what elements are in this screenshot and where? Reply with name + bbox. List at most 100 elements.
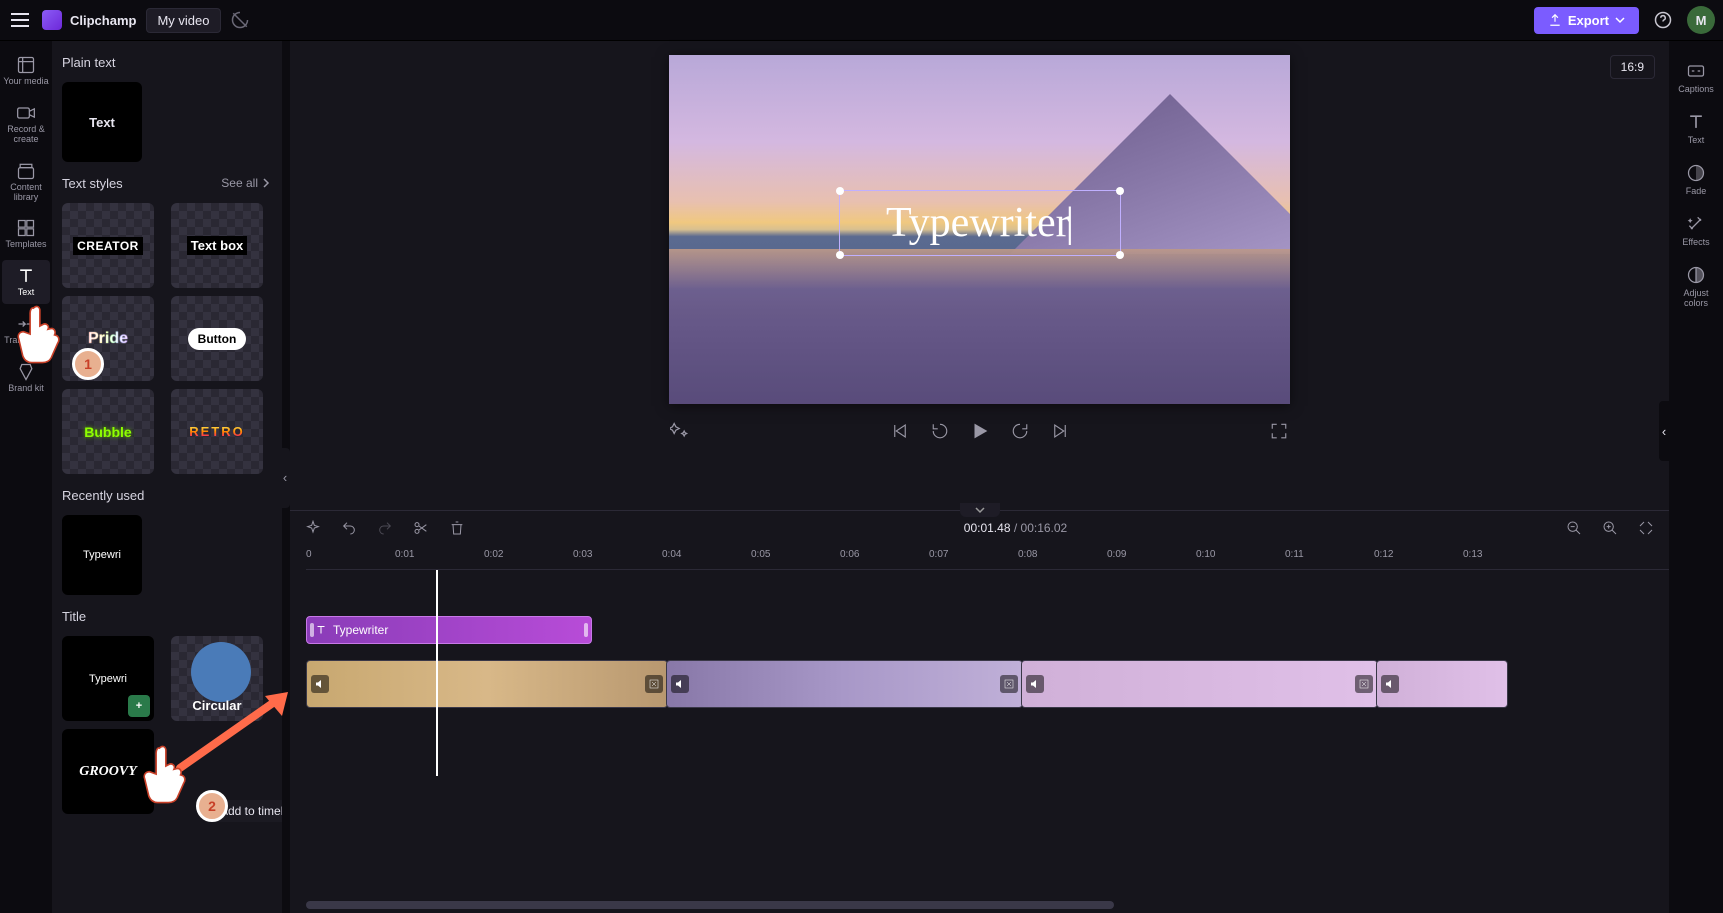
recently-used-heading: Recently used (62, 488, 272, 503)
prop-adjust-colors[interactable]: Adjust colors (1672, 259, 1720, 314)
export-button[interactable]: Export (1534, 7, 1639, 34)
prop-text[interactable]: Text (1672, 106, 1720, 151)
ruler-tick: 0:10 (1196, 549, 1215, 560)
prop-effects[interactable]: Effects (1672, 208, 1720, 253)
timeline-collapse-toggle[interactable] (960, 503, 1000, 517)
style-tile-retro[interactable]: RETRO (171, 389, 263, 474)
add-to-timeline-button[interactable]: + (128, 695, 150, 717)
prop-fade[interactable]: Fade (1672, 157, 1720, 202)
forward-button[interactable] (1009, 420, 1031, 442)
tile-label: Pride (88, 330, 128, 348)
tile-label: Bubble (84, 424, 131, 440)
right-panel-expand-toggle[interactable]: ‹ (1659, 401, 1669, 461)
title-tile-groovy[interactable]: GROOVY (62, 729, 154, 814)
magic-button[interactable] (302, 517, 324, 539)
resize-handle-br[interactable] (1116, 251, 1124, 259)
tile-label: Text box (187, 236, 248, 255)
timeline-scrollbar[interactable] (306, 900, 1653, 910)
project-name-input[interactable]: My video (146, 8, 220, 33)
canvas-text[interactable]: Typewriter (886, 199, 1074, 247)
prop-label: Adjust colors (1672, 288, 1720, 308)
text-element-selection[interactable]: Typewriter (839, 190, 1121, 256)
video-clip-2[interactable] (666, 660, 1023, 708)
recent-tile-typewriter[interactable]: Typewri (62, 515, 142, 595)
nav-your-media[interactable]: Your media (2, 49, 50, 93)
clip-menu-icon[interactable] (1000, 675, 1018, 693)
redo-button[interactable] (374, 517, 396, 539)
ruler-tick: 0:11 (1285, 549, 1304, 560)
text-tile-plain[interactable]: Text (62, 82, 142, 162)
rewind-button[interactable] (929, 420, 951, 442)
ruler-tick: 0:09 (1107, 549, 1126, 560)
fit-zoom-button[interactable] (1635, 517, 1657, 539)
title-tile-typewriter[interactable]: Typewri + (62, 636, 154, 721)
help-button[interactable] (1649, 6, 1677, 34)
style-tile-textbox[interactable]: Text box (171, 203, 263, 288)
adjust-icon (1686, 265, 1706, 285)
nav-label: Text (18, 288, 35, 298)
timeline-ruler[interactable]: 00:010:020:030:040:050:060:070:080:090:1… (306, 545, 1669, 570)
nav-brand-kit[interactable]: Brand kit (2, 356, 50, 400)
ruler-tick: 0:08 (1018, 549, 1037, 560)
scrollbar-thumb[interactable] (306, 901, 1114, 909)
current-time: 00:01.48 (964, 521, 1011, 535)
clip-menu-icon[interactable] (1355, 675, 1373, 693)
video-clip-1[interactable] (306, 660, 668, 708)
nav-record-create[interactable]: Record & create (2, 97, 50, 151)
zoom-out-button[interactable] (1563, 517, 1585, 539)
text-clip[interactable]: Typewriter (306, 616, 592, 644)
timeline-tracks[interactable]: Typewriter (306, 570, 1669, 896)
brand-icon (16, 362, 36, 382)
zoom-in-button[interactable] (1599, 517, 1621, 539)
app-logo[interactable]: Clipchamp (42, 10, 136, 30)
nav-text[interactable]: Text (2, 260, 50, 304)
video-track[interactable] (306, 660, 1669, 708)
style-tile-pride[interactable]: Pride (62, 296, 154, 381)
title-heading: Title (62, 609, 272, 624)
audio-icon[interactable] (671, 675, 689, 693)
nav-content-library[interactable]: Content library (2, 155, 50, 209)
tile-label: RETRO (189, 424, 245, 439)
audio-icon[interactable] (1381, 675, 1399, 693)
split-button[interactable] (410, 517, 432, 539)
play-button[interactable] (969, 420, 991, 442)
undo-button[interactable] (338, 517, 360, 539)
fullscreen-button[interactable] (1268, 420, 1290, 442)
video-clip-4[interactable] (1376, 660, 1508, 708)
camera-icon (16, 103, 36, 123)
clip-trim-right[interactable] (584, 623, 588, 637)
resize-handle-tl[interactable] (836, 187, 844, 195)
video-clip-3[interactable] (1021, 660, 1378, 708)
clip-menu-icon[interactable] (645, 675, 663, 693)
audio-icon[interactable] (1026, 675, 1044, 693)
video-canvas[interactable]: Typewriter (669, 55, 1290, 404)
prop-label: Text (1688, 135, 1705, 145)
tile-label: CREATOR (73, 237, 143, 255)
clip-trim-left[interactable] (310, 623, 314, 637)
style-tile-button[interactable]: Button (171, 296, 263, 381)
text-track[interactable]: Typewriter (306, 606, 1669, 654)
skip-forward-button[interactable] (1049, 420, 1071, 442)
user-avatar[interactable]: M (1687, 6, 1715, 34)
ruler-tick: 0:07 (929, 549, 948, 560)
nav-transitions[interactable]: Transitions (2, 308, 50, 352)
tile-label: Typewri (89, 673, 127, 685)
style-tile-bubble[interactable]: Bubble (62, 389, 154, 474)
skip-back-button[interactable] (889, 420, 911, 442)
audio-icon[interactable] (311, 675, 329, 693)
ai-enhance-button[interactable] (669, 420, 691, 442)
aspect-ratio-selector[interactable]: 16:9 (1610, 55, 1655, 79)
resize-handle-tr[interactable] (1116, 187, 1124, 195)
fade-icon (1686, 163, 1706, 183)
prop-label: Captions (1678, 84, 1714, 94)
style-tile-creator[interactable]: CREATOR (62, 203, 154, 288)
resize-handle-bl[interactable] (836, 251, 844, 259)
text-icon (1686, 112, 1706, 132)
see-all-link[interactable]: See all (221, 176, 272, 190)
delete-button[interactable] (446, 517, 468, 539)
prop-captions[interactable]: Captions (1672, 55, 1720, 100)
sync-icon (231, 11, 249, 29)
nav-templates[interactable]: Templates (2, 212, 50, 256)
panel-collapse-toggle[interactable]: ‹ (280, 448, 290, 508)
hamburger-menu[interactable] (8, 8, 32, 32)
